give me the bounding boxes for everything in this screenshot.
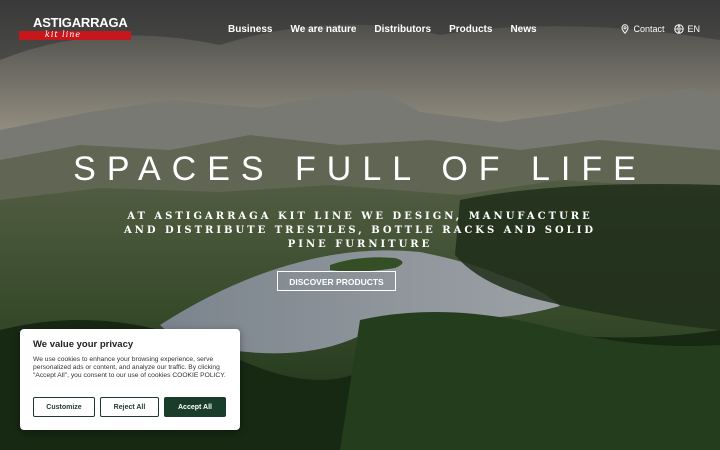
main-navigation: Business We are nature Distributors Prod… xyxy=(228,24,537,35)
nav-item-distributors[interactable]: Distributors xyxy=(374,24,431,35)
hero-headline: SPACES FULL OF LIFE xyxy=(73,150,647,188)
brand-tagline: kit line xyxy=(45,30,82,39)
language-label: EN xyxy=(687,24,700,34)
hero-subheadline: AT ASTIGARRAGA KIT LINE WE DESIGN, MANUF… xyxy=(123,211,597,250)
contact-label: Contact xyxy=(633,24,665,34)
contact-link[interactable]: Contact xyxy=(620,24,664,34)
brand-name: ASTIGARRAGA xyxy=(33,15,128,30)
header-utilities: Contact EN xyxy=(620,24,700,34)
nav-item-news[interactable]: News xyxy=(510,24,536,35)
cookie-consent-banner: We value your privacy We use cookies to … xyxy=(20,329,240,430)
nav-item-we-are-nature[interactable]: We are nature xyxy=(290,24,356,35)
cookie-title: We value your privacy xyxy=(33,339,134,350)
nav-item-business[interactable]: Business xyxy=(228,24,272,35)
cookie-description: We use cookies to enhance your browsing … xyxy=(33,356,226,379)
discover-products-button[interactable]: DISCOVER PRODUCTS xyxy=(277,271,396,291)
site-header: ASTIGARRAGA kit line Business We are nat… xyxy=(0,0,720,60)
customize-button[interactable]: Customize xyxy=(33,397,95,417)
globe-icon xyxy=(674,24,685,34)
brand-logo[interactable]: ASTIGARRAGA kit line xyxy=(19,15,131,41)
accept-all-button[interactable]: Accept All xyxy=(164,397,226,417)
language-selector[interactable]: EN xyxy=(674,24,700,34)
reject-all-button[interactable]: Reject All xyxy=(100,397,159,417)
location-pin-icon xyxy=(621,24,629,34)
nav-item-products[interactable]: Products xyxy=(449,24,492,35)
